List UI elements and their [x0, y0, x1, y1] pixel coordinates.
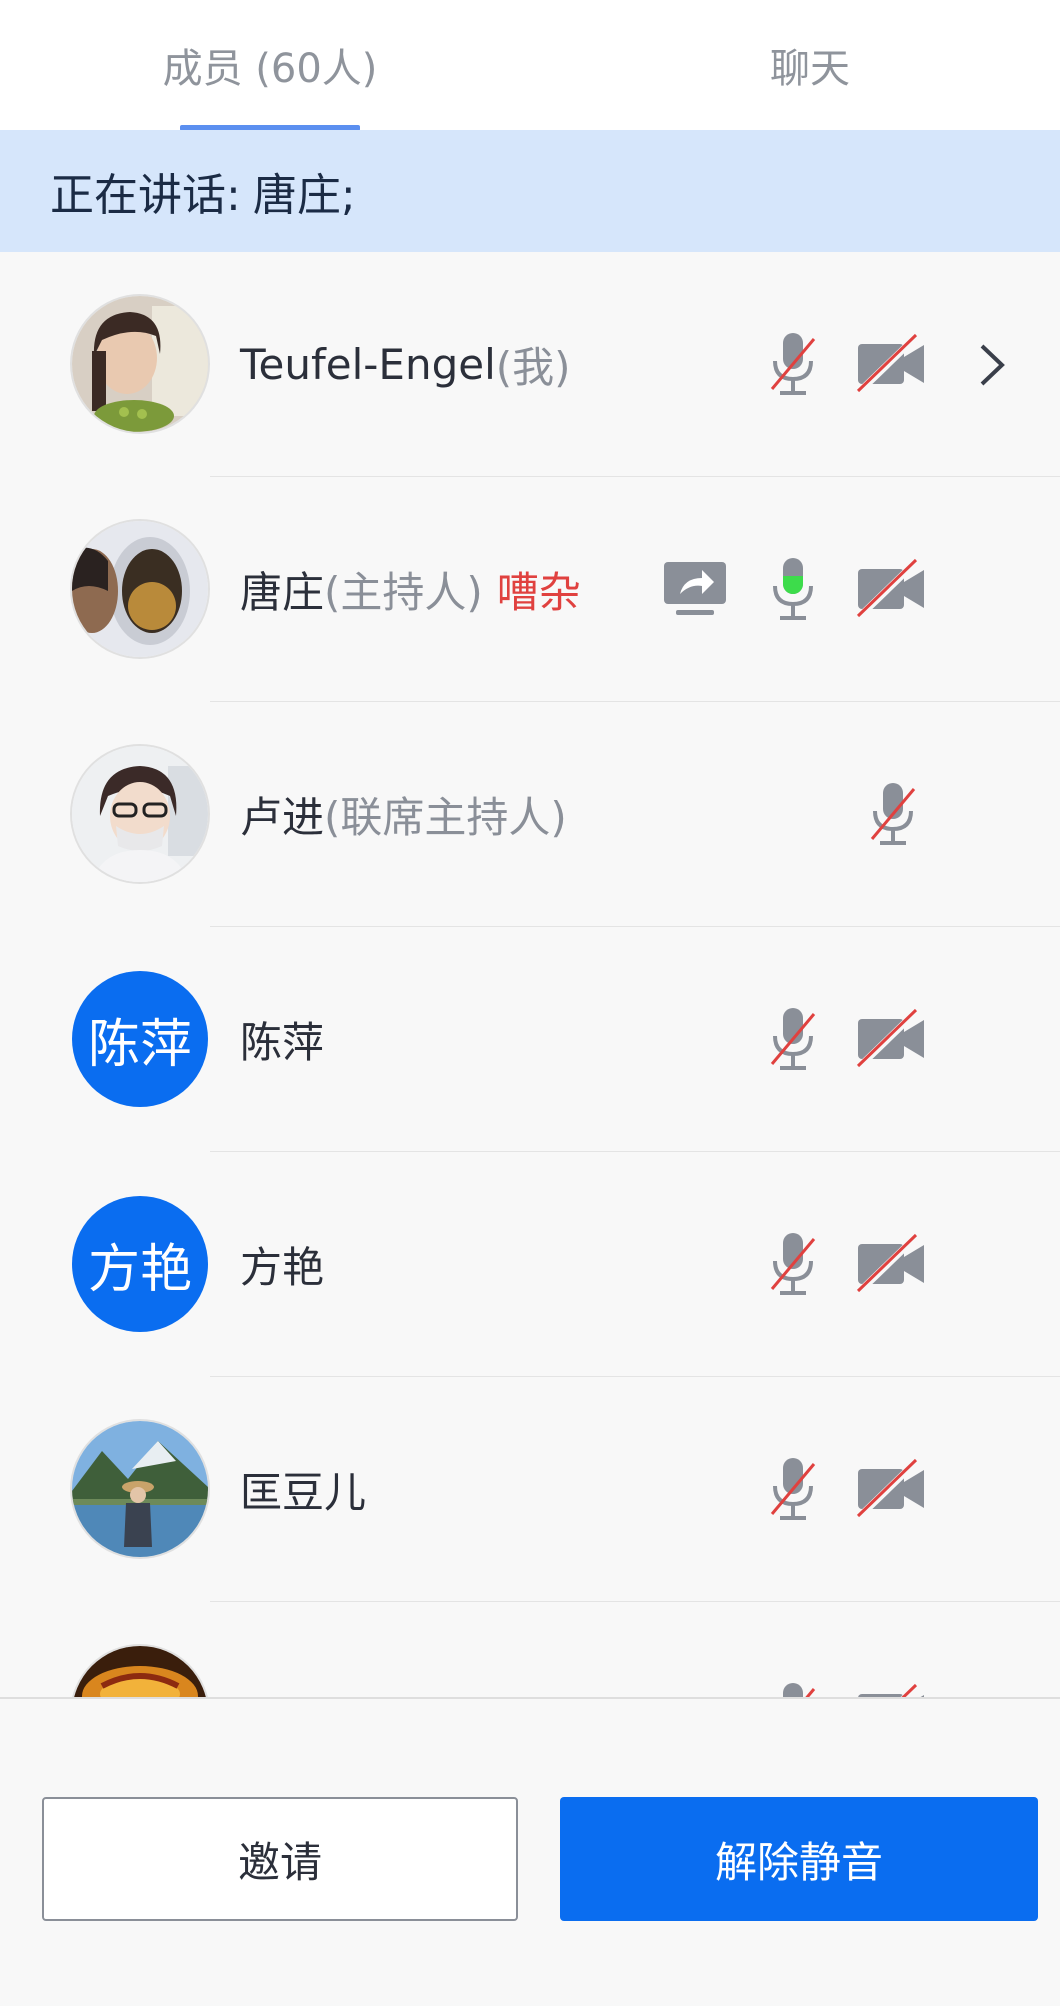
- mic-muted-icon[interactable]: [756, 1227, 830, 1301]
- mic-active-icon[interactable]: [756, 552, 830, 626]
- avatar: [72, 1646, 208, 1697]
- avatar: [72, 1421, 208, 1557]
- member-row[interactable]: 唐庄 (主持人) 嘈杂: [0, 477, 1060, 702]
- member-name-text: 唐庄: [240, 568, 325, 617]
- avatar: [72, 521, 208, 657]
- member-role: (我): [495, 343, 571, 392]
- avatar: [72, 296, 208, 432]
- avatar: 方艳: [72, 1196, 208, 1332]
- camera-off-icon[interactable]: [854, 1002, 928, 1076]
- camera-off-icon[interactable]: [854, 1227, 928, 1301]
- member-row[interactable]: 陈萍 陈萍: [0, 927, 1060, 1152]
- tab-members[interactable]: 成员 (60人): [150, 0, 390, 130]
- member-name: 陈萍: [240, 927, 324, 1152]
- unmute-button[interactable]: 解除静音: [560, 1797, 1038, 1921]
- speaking-names: 唐庄;: [252, 170, 356, 221]
- mic-muted-icon[interactable]: [756, 1452, 830, 1526]
- avatar: 陈萍: [72, 971, 208, 1107]
- screen-share-icon[interactable]: [658, 552, 732, 626]
- member-row[interactable]: 匡豆儿: [0, 1377, 1060, 1602]
- tab-chat[interactable]: 聊天: [690, 0, 930, 130]
- mic-muted-icon[interactable]: [756, 1677, 830, 1697]
- member-name-text: Teufel-Engel: [240, 340, 496, 389]
- member-name-text: 陈萍: [240, 1018, 325, 1067]
- member-row[interactable]: [0, 1602, 1060, 1697]
- tab-bar: 成员 (60人) 聊天: [0, 0, 1060, 131]
- member-name-text: 卢进: [240, 793, 325, 842]
- camera-off-icon[interactable]: [854, 327, 928, 401]
- mic-muted-icon[interactable]: [756, 327, 830, 401]
- member-row[interactable]: 方艳 方艳: [0, 1152, 1060, 1377]
- camera-off-icon[interactable]: [854, 1677, 928, 1697]
- member-name: Teufel-Engel (我): [240, 252, 571, 477]
- member-name: 匡豆儿: [240, 1377, 366, 1602]
- member-role: (主持人): [324, 568, 483, 617]
- camera-off-icon[interactable]: [854, 552, 928, 626]
- camera-off-icon[interactable]: [854, 1452, 928, 1526]
- member-role: (联席主持人): [324, 793, 567, 842]
- member-name-text: 方艳: [240, 1243, 325, 1292]
- member-row[interactable]: Teufel-Engel (我): [0, 252, 1060, 477]
- noisy-badge: 嘈杂: [496, 568, 581, 617]
- member-name: 卢进 (联席主持人): [240, 702, 567, 927]
- member-list[interactable]: Teufel-Engel (我) 唐庄 (主持人) 嘈杂 卢进 (联席主持人) …: [0, 252, 1060, 1697]
- mic-muted-icon[interactable]: [756, 1002, 830, 1076]
- member-name: 方艳: [240, 1152, 324, 1377]
- invite-button[interactable]: 邀请: [42, 1797, 518, 1921]
- member-name: 唐庄 (主持人) 嘈杂: [240, 477, 581, 702]
- mic-muted-icon[interactable]: [856, 777, 930, 851]
- avatar: [72, 746, 208, 882]
- bottom-action-bar: 邀请 解除静音: [0, 1697, 1060, 2006]
- speaking-label: 正在讲话:: [50, 170, 241, 221]
- member-row[interactable]: 卢进 (联席主持人): [0, 702, 1060, 927]
- member-name-text: 匡豆儿: [240, 1468, 367, 1517]
- chevron-right-icon[interactable]: [972, 330, 1012, 400]
- speaking-banner: 正在讲话: 唐庄;: [0, 130, 1060, 252]
